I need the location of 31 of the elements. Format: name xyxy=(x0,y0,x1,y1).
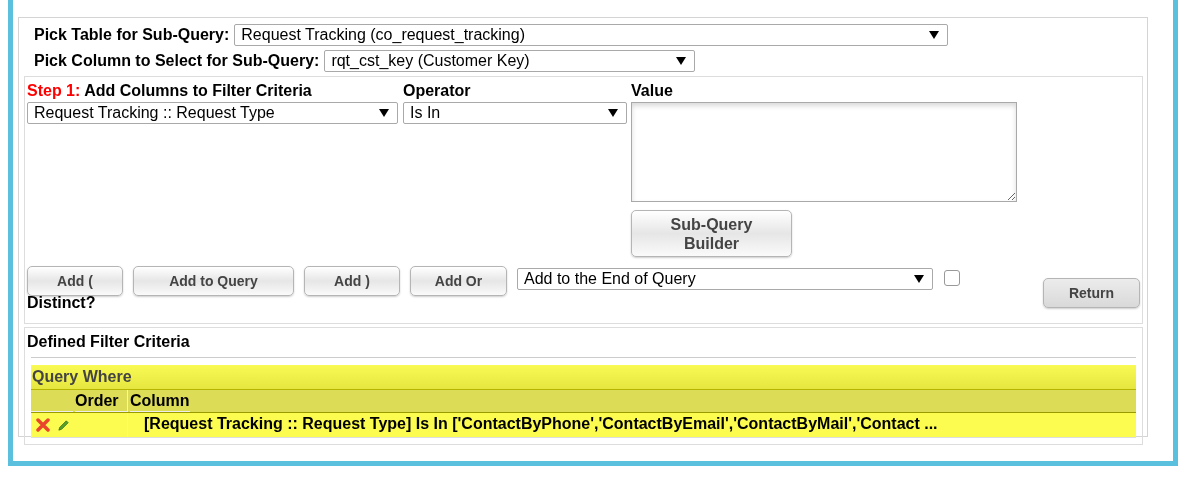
operator-select[interactable]: Is In xyxy=(403,102,627,124)
caret-icon xyxy=(929,31,940,39)
column-header: Order xyxy=(75,390,128,412)
column-select[interactable]: rqt_cst_key (Customer Key) xyxy=(324,50,696,72)
column-label: Pick Column to Select for Sub-Query: xyxy=(34,52,320,70)
column-header: Column xyxy=(130,390,190,412)
table-label: Pick Table for Sub-Query: xyxy=(34,26,230,44)
position-select[interactable]: Add to the End of Query xyxy=(517,268,933,290)
add-button[interactable]: Add ) xyxy=(304,266,400,296)
value-field[interactable] xyxy=(631,102,1017,202)
criteria-title: Defined Filter Criteria xyxy=(27,332,191,352)
value-label: Value xyxy=(631,81,674,101)
add-button[interactable]: Add Or xyxy=(410,266,507,296)
step-heading: Step 1: Add Columns to Filter Criteria xyxy=(27,81,313,101)
operator-label: Operator xyxy=(403,81,472,101)
sub-query-builder-button[interactable]: Sub-Query Builder xyxy=(631,210,792,257)
caret-icon xyxy=(676,57,687,65)
caret-icon xyxy=(608,109,618,117)
pencil-icon[interactable] xyxy=(57,418,70,432)
table-select[interactable]: Request Tracking (co_request_tracking) xyxy=(234,24,949,46)
caret-icon xyxy=(379,109,389,117)
delete-icon[interactable] xyxy=(36,418,50,432)
group-header: Query Where xyxy=(31,365,1136,390)
return-button[interactable]: Return xyxy=(1043,278,1140,308)
distinct-label: Distinct? xyxy=(27,294,97,312)
table-cell-text: [Request Tracking :: Request Type] Is In ['ContactByPhone','ContactByEmail','ContactByMail','Contact ... xyxy=(143,414,938,434)
filter-column-select[interactable]: Request Tracking :: Request Type xyxy=(27,102,398,124)
caret-icon xyxy=(914,275,924,283)
add-button[interactable]: Add ( xyxy=(27,266,123,296)
add-button[interactable]: Add to Query xyxy=(133,266,294,296)
distinct-checkbox[interactable] xyxy=(944,270,960,286)
